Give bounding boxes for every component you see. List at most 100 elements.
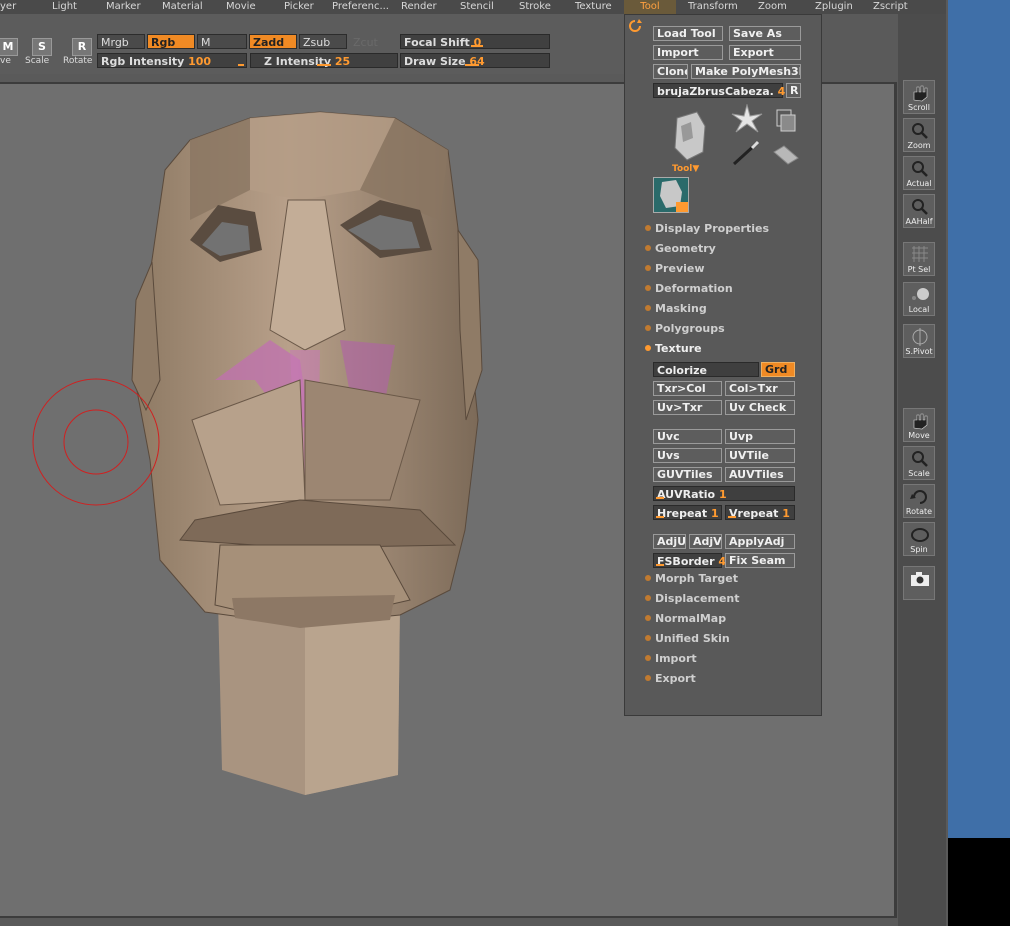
uvs-button[interactable]: Uvs [653, 448, 722, 463]
rgb-button[interactable]: Rgb [147, 34, 195, 49]
section-displacement[interactable]: Displacement [645, 591, 740, 607]
focal-shift-slider[interactable]: Focal Shift 0 [400, 34, 550, 49]
menu-yer[interactable]: yer [0, 0, 16, 14]
menu-preferenc[interactable]: Preferenc... [332, 0, 389, 14]
menu-picker[interactable]: Picker [284, 0, 314, 14]
shelf-local-button[interactable]: Local [903, 282, 935, 316]
section-import[interactable]: Import [645, 651, 697, 667]
colorize-button[interactable]: Colorize [653, 362, 759, 377]
scale-mode-button[interactable]: S [32, 38, 52, 56]
section-preview[interactable]: Preview [645, 261, 705, 277]
tool-name-label: brujaZbrusCabeza. [657, 85, 774, 98]
texture-thumbnail[interactable] [653, 177, 689, 213]
applyadj-button[interactable]: ApplyAdj [725, 534, 795, 549]
shelf-scroll-button[interactable]: Scroll [903, 80, 935, 114]
menu-material[interactable]: Material [162, 0, 203, 14]
shelf-rotate-button[interactable]: Rotate [903, 484, 935, 518]
shelf-aahalf-button[interactable]: AAHalf [903, 194, 935, 228]
draw-size-bar [465, 64, 479, 66]
auvratio-slider[interactable]: AUVRatio 1 [653, 486, 795, 501]
section-polygroups[interactable]: Polygroups [645, 321, 725, 337]
menu-tool[interactable]: Tool [624, 0, 676, 14]
shelf-scale-button[interactable]: Scale [903, 446, 935, 480]
mrgb-button[interactable]: Mrgb [97, 34, 145, 49]
shelf-actual-button[interactable]: Actual [903, 156, 935, 190]
move-mode-button[interactable]: M [0, 38, 18, 56]
shelf-s-pivot-button[interactable]: S.Pivot [903, 324, 935, 358]
section-export[interactable]: Export [645, 671, 696, 687]
menu-render[interactable]: Render [401, 0, 437, 14]
shelf-button-label: Scroll [908, 103, 930, 112]
draw-size-slider[interactable]: Draw Size 64 [400, 53, 550, 68]
menu-zscript[interactable]: Zscript [873, 0, 908, 14]
shelf-spin-button[interactable]: Spin [903, 522, 935, 556]
section-morph-target[interactable]: Morph Target [645, 571, 738, 587]
uvc-button[interactable]: Uvc [653, 429, 722, 444]
layers-tool-icon[interactable] [773, 108, 797, 134]
zsub-button[interactable]: Zsub [299, 34, 347, 49]
zadd-button[interactable]: Zadd [249, 34, 297, 49]
menu-light[interactable]: Light [52, 0, 77, 14]
menu-zoom[interactable]: Zoom [758, 0, 787, 14]
section-deformation[interactable]: Deformation [645, 281, 733, 297]
r-button[interactable]: R [786, 83, 801, 98]
import-button[interactable]: Import [653, 45, 723, 60]
shelf-snapshot-button[interactable] [903, 566, 935, 600]
section-masking[interactable]: Masking [645, 301, 707, 317]
shelf-pt-sel-button[interactable]: Pt Sel [903, 242, 935, 276]
hrepeat-slider[interactable]: Hrepeat 1 [653, 505, 722, 520]
uvtile-button[interactable]: UVTile [725, 448, 795, 463]
bullet-icon [645, 305, 651, 311]
desktop-taskbar-area [948, 838, 1010, 926]
clone-button[interactable]: Clone [653, 64, 688, 79]
menu-stencil[interactable]: Stencil [460, 0, 494, 14]
fix-seam-button[interactable]: Fix Seam [725, 553, 795, 568]
txr-col-button[interactable]: Txr>Col [653, 381, 722, 396]
vrepeat-slider[interactable]: Vrepeat 1 [725, 505, 795, 520]
section-unified-skin[interactable]: Unified Skin [645, 631, 730, 647]
grd-button[interactable]: Grd [761, 362, 795, 377]
fsborder-bar [656, 564, 664, 566]
tool-dropdown[interactable]: Tool▼ [672, 164, 699, 174]
menu-transform[interactable]: Transform [688, 0, 738, 14]
z-intensity-slider[interactable]: Z Intensity 25 [250, 53, 398, 68]
refresh-icon[interactable] [628, 19, 642, 33]
tool-name-slider[interactable]: brujaZbrusCabeza. 42 [653, 83, 793, 98]
section-display-properties[interactable]: Display Properties [645, 221, 769, 237]
cylinder-tool-icon[interactable] [770, 142, 800, 168]
adju-button[interactable]: AdjU [653, 534, 686, 549]
load-tool-button[interactable]: Load Tool [653, 26, 723, 41]
auvtiles-button[interactable]: AUVTiles [725, 467, 795, 482]
section-label: Preview [655, 262, 705, 275]
section-normalmap[interactable]: NormalMap [645, 611, 726, 627]
fsborder-slider[interactable]: FSBorder 4 [653, 553, 726, 568]
rgb-intensity-slider[interactable]: Rgb Intensity 100 [97, 53, 247, 68]
section-texture[interactable]: Texture [645, 341, 702, 357]
save-as-button[interactable]: Save As [729, 26, 801, 41]
section-geometry[interactable]: Geometry [645, 241, 716, 257]
m-button[interactable]: M [197, 34, 247, 49]
current-tool-thumbnail[interactable] [667, 108, 711, 162]
bullet-icon [645, 675, 651, 681]
make-polymesh3d-button[interactable]: Make PolyMesh3D [691, 64, 801, 79]
rotate-mode-label: Rotate [63, 56, 93, 66]
shelf-move-button[interactable]: Move [903, 408, 935, 442]
menu-movie[interactable]: Movie [226, 0, 256, 14]
export-button[interactable]: Export [729, 45, 801, 60]
menu-marker[interactable]: Marker [106, 0, 141, 14]
zcut-button[interactable]: Zcut [349, 34, 397, 49]
shelf-zoom-button[interactable]: Zoom [903, 118, 935, 152]
menu-zplugin[interactable]: Zplugin [815, 0, 853, 14]
uv-txr-button[interactable]: Uv>Txr [653, 400, 722, 415]
adjv-button[interactable]: AdjV [689, 534, 722, 549]
guvtiles-button[interactable]: GUVTiles [653, 467, 722, 482]
pen-tool-icon[interactable] [730, 140, 764, 168]
col-txr-button[interactable]: Col>Txr [725, 381, 795, 396]
star-tool-icon[interactable] [730, 104, 764, 134]
rotate-mode-button[interactable]: R [72, 38, 92, 56]
uv-check-button[interactable]: Uv Check [725, 400, 795, 415]
menu-texture[interactable]: Texture [575, 0, 612, 14]
menu-stroke[interactable]: Stroke [519, 0, 551, 14]
uvp-button[interactable]: Uvp [725, 429, 795, 444]
section-label: Polygroups [655, 322, 725, 335]
